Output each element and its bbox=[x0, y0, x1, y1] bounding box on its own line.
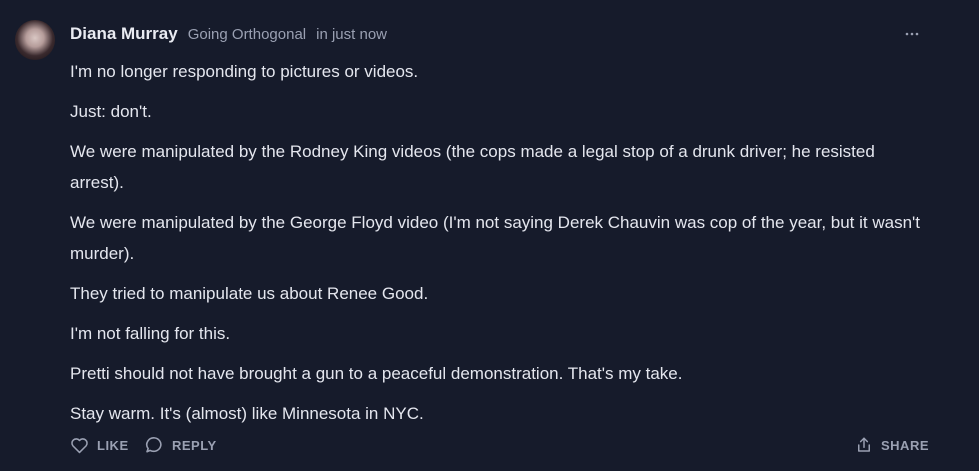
author-name[interactable]: Diana Murray bbox=[70, 24, 178, 44]
more-horizontal-icon bbox=[905, 32, 919, 36]
comment-paragraph: I'm not falling for this. bbox=[70, 324, 231, 343]
comment-actions: LIKE REPLY SHARE bbox=[70, 433, 930, 457]
timestamp[interactable]: in just now bbox=[316, 26, 387, 43]
share-icon bbox=[858, 437, 870, 452]
comment-paragraph: Just: don't. bbox=[70, 102, 152, 121]
comment-paragraph: We were manipulated by the George Floyd … bbox=[70, 213, 920, 263]
heart-icon bbox=[71, 437, 88, 453]
comment-paragraph: Pretti should not have brought a gun to … bbox=[70, 364, 683, 383]
comment-body: I'm no longer responding to pictures or … bbox=[70, 56, 920, 438]
reply-button[interactable]: REPLY bbox=[145, 433, 217, 457]
comment-paragraph: I'm no longer responding to pictures or … bbox=[70, 62, 419, 81]
comment-header: Diana Murray Going Orthogonal in just no… bbox=[70, 24, 387, 48]
publication-name[interactable]: Going Orthogonal bbox=[188, 26, 306, 43]
comment-paragraph: They tried to manipulate us about Renee … bbox=[70, 284, 429, 303]
comment-paragraph: Stay warm. It's (almost) like Minnesota … bbox=[70, 404, 424, 423]
more-options-button[interactable] bbox=[900, 24, 924, 44]
avatar[interactable] bbox=[15, 20, 55, 60]
like-label: LIKE bbox=[97, 437, 129, 453]
speech-bubble-icon bbox=[146, 437, 162, 453]
share-label: SHARE bbox=[881, 437, 930, 453]
share-button[interactable]: SHARE bbox=[855, 433, 929, 457]
like-button[interactable]: LIKE bbox=[70, 433, 129, 457]
comment-paragraph: We were manipulated by the Rodney King v… bbox=[70, 142, 875, 192]
reply-label: REPLY bbox=[172, 437, 217, 453]
comment: Diana Murray Going Orthogonal in just no… bbox=[0, 0, 979, 471]
